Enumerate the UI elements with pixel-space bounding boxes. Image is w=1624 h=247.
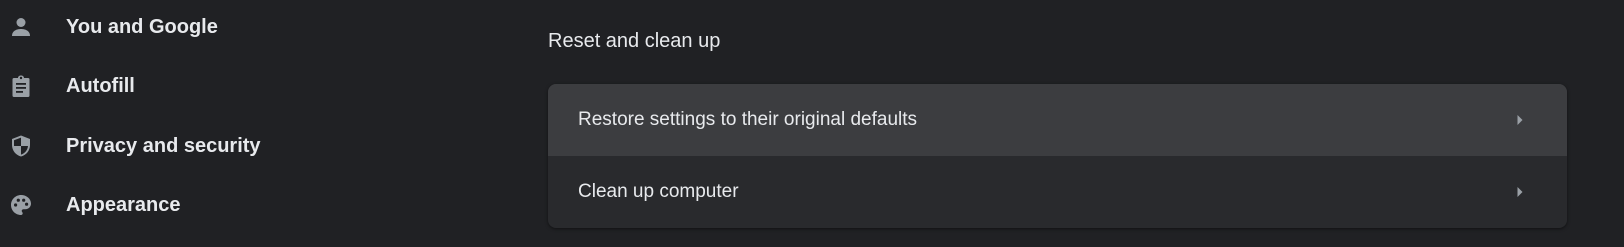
sidebar-item-autofill[interactable]: Autofill	[0, 64, 400, 108]
sidebar-item-privacy-and-security[interactable]: Privacy and security	[0, 124, 400, 168]
palette-icon	[8, 192, 34, 218]
reset-and-clean-up-card: Restore settings to their original defau…	[548, 84, 1567, 228]
sidebar-item-label: Privacy and security	[66, 134, 261, 157]
row-label: Restore settings to their original defau…	[578, 109, 918, 130]
shield-icon	[8, 133, 34, 159]
clipboard-icon	[8, 73, 34, 99]
settings-page: You and Google Autofill Privacy and secu…	[0, 0, 1624, 247]
sidebar-item-appearance[interactable]: Appearance	[0, 183, 400, 227]
settings-sidebar: You and Google Autofill Privacy and secu…	[0, 0, 480, 247]
sidebar-item-label: Autofill	[66, 74, 135, 97]
chevron-right-icon	[1515, 113, 1525, 127]
chevron-right-icon	[1515, 185, 1525, 199]
section-title: Reset and clean up	[548, 30, 721, 52]
person-icon	[8, 14, 34, 40]
clean-up-computer-row[interactable]: Clean up computer	[548, 156, 1567, 228]
sidebar-item-label: Appearance	[66, 193, 181, 216]
row-label: Clean up computer	[578, 181, 739, 202]
sidebar-item-you-and-google[interactable]: You and Google	[0, 5, 400, 49]
sidebar-item-label: You and Google	[66, 15, 218, 38]
restore-settings-row[interactable]: Restore settings to their original defau…	[548, 84, 1567, 156]
